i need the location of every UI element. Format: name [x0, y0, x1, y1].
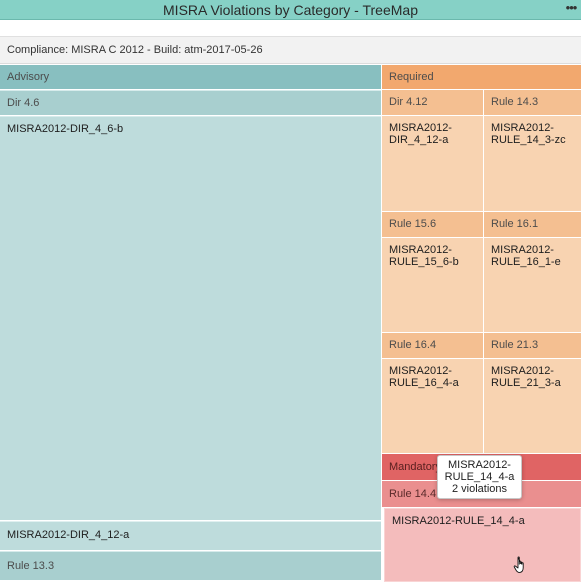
tooltip-rule-line2: RULE_14_4-a [444, 471, 515, 483]
compliance-subtitle: Compliance: MISRA C 2012 - Build: atm-20… [7, 44, 263, 56]
group-rule-16-4[interactable]: Rule 16.4 [382, 333, 483, 358]
subheader: Compliance: MISRA C 2012 - Build: atm-20… [0, 36, 581, 64]
tooltip: MISRA2012- RULE_14_4-a 2 violations [437, 455, 522, 499]
category-advisory[interactable]: Advisory [0, 65, 381, 89]
leaf-dir-4-12-a[interactable]: MISRA2012-DIR_4_12-a [382, 116, 483, 211]
group-rule-15-6[interactable]: Rule 15.6 [382, 212, 483, 237]
group-dir-4-6[interactable]: Dir 4.6 [0, 90, 381, 115]
leaf-rule-16-1-e[interactable]: MISRA2012-RULE_16_1-e [484, 238, 581, 332]
category-required[interactable]: Required [382, 65, 581, 89]
group-dir-4-12[interactable]: Dir 4.12 [382, 90, 483, 115]
tooltip-violations: 2 violations [451, 483, 508, 495]
group-rule-21-3[interactable]: Rule 21.3 [484, 333, 581, 358]
window-title: MISRA Violations by Category - TreeMap [163, 2, 418, 18]
tooltip-rule-line1: MISRA2012- [448, 459, 511, 471]
hand-cursor-icon [513, 556, 524, 573]
group-rule-13-3[interactable]: Rule 13.3 [0, 551, 381, 580]
leaf-rule-14-4-a[interactable]: MISRA2012-RULE_14_4-a [384, 508, 581, 582]
ellipsis-icon[interactable]: ••• [564, 0, 578, 20]
group-rule-14-3[interactable]: Rule 14.3 [484, 90, 581, 115]
leaf-rule-21-3-a[interactable]: MISRA2012-RULE_21_3-a [484, 359, 581, 453]
leaf-rule-16-4-a[interactable]: MISRA2012-RULE_16_4-a [382, 359, 483, 453]
leaf-rule-14-3-zc[interactable]: MISRA2012-RULE_14_3-zc [484, 116, 581, 211]
leaf-dir-4-6-b[interactable]: MISRA2012-DIR_4_6-b [0, 116, 381, 520]
group-rule-16-1[interactable]: Rule 16.1 [484, 212, 581, 237]
leaf-dir-4-12-a-advisory[interactable]: MISRA2012-DIR_4_12-a [0, 521, 381, 550]
leaf-rule-15-6-b[interactable]: MISRA2012-RULE_15_6-b [382, 238, 483, 332]
